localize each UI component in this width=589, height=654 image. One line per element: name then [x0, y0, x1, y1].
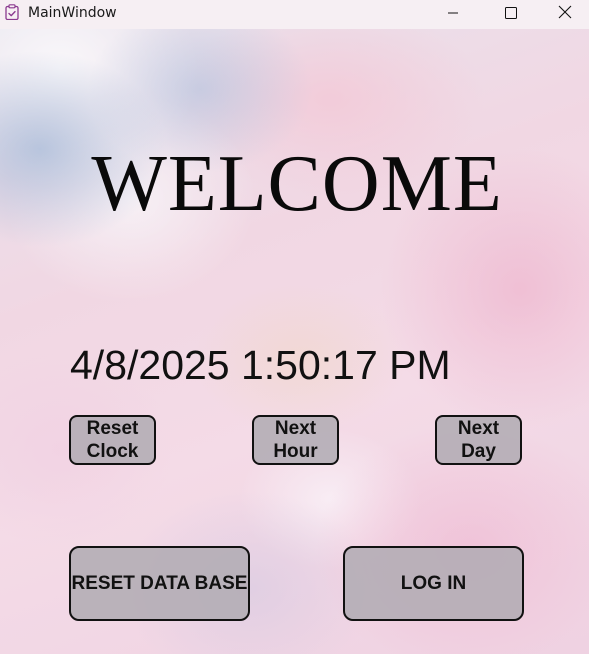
window-title: MainWindow — [28, 5, 117, 21]
maximize-icon — [505, 6, 517, 24]
reset-database-label: RESET DATA BASE — [71, 572, 248, 594]
next-hour-label: Next Hour — [273, 418, 318, 462]
welcome-heading: WELCOME — [91, 140, 503, 228]
title-bar[interactable]: MainWindow — [0, 0, 589, 29]
reset-database-button[interactable]: RESET DATA BASE — [69, 546, 250, 621]
log-in-label: LOG IN — [400, 572, 467, 594]
next-hour-button[interactable]: Next Hour — [252, 415, 339, 465]
reset-clock-button[interactable]: Reset Clock — [69, 415, 156, 465]
reset-clock-label: Reset Clock — [86, 418, 139, 462]
minimize-icon — [447, 6, 459, 24]
clock-display: 4/8/2025 1:50:17 PM — [70, 342, 451, 388]
main-window: MainWindow WELCOME 4/8/2025 1:50:17 PM R… — [0, 0, 589, 654]
close-button[interactable] — [540, 0, 589, 29]
log-in-button[interactable]: LOG IN — [343, 546, 524, 621]
maximize-button[interactable] — [482, 0, 540, 29]
next-day-label: Next Day — [457, 418, 500, 462]
main-content: WELCOME 4/8/2025 1:50:17 PM Reset Clock … — [0, 29, 589, 654]
next-day-button[interactable]: Next Day — [435, 415, 522, 465]
clipboard-check-icon — [4, 4, 20, 21]
close-icon — [558, 5, 572, 24]
minimize-button[interactable] — [424, 0, 482, 29]
